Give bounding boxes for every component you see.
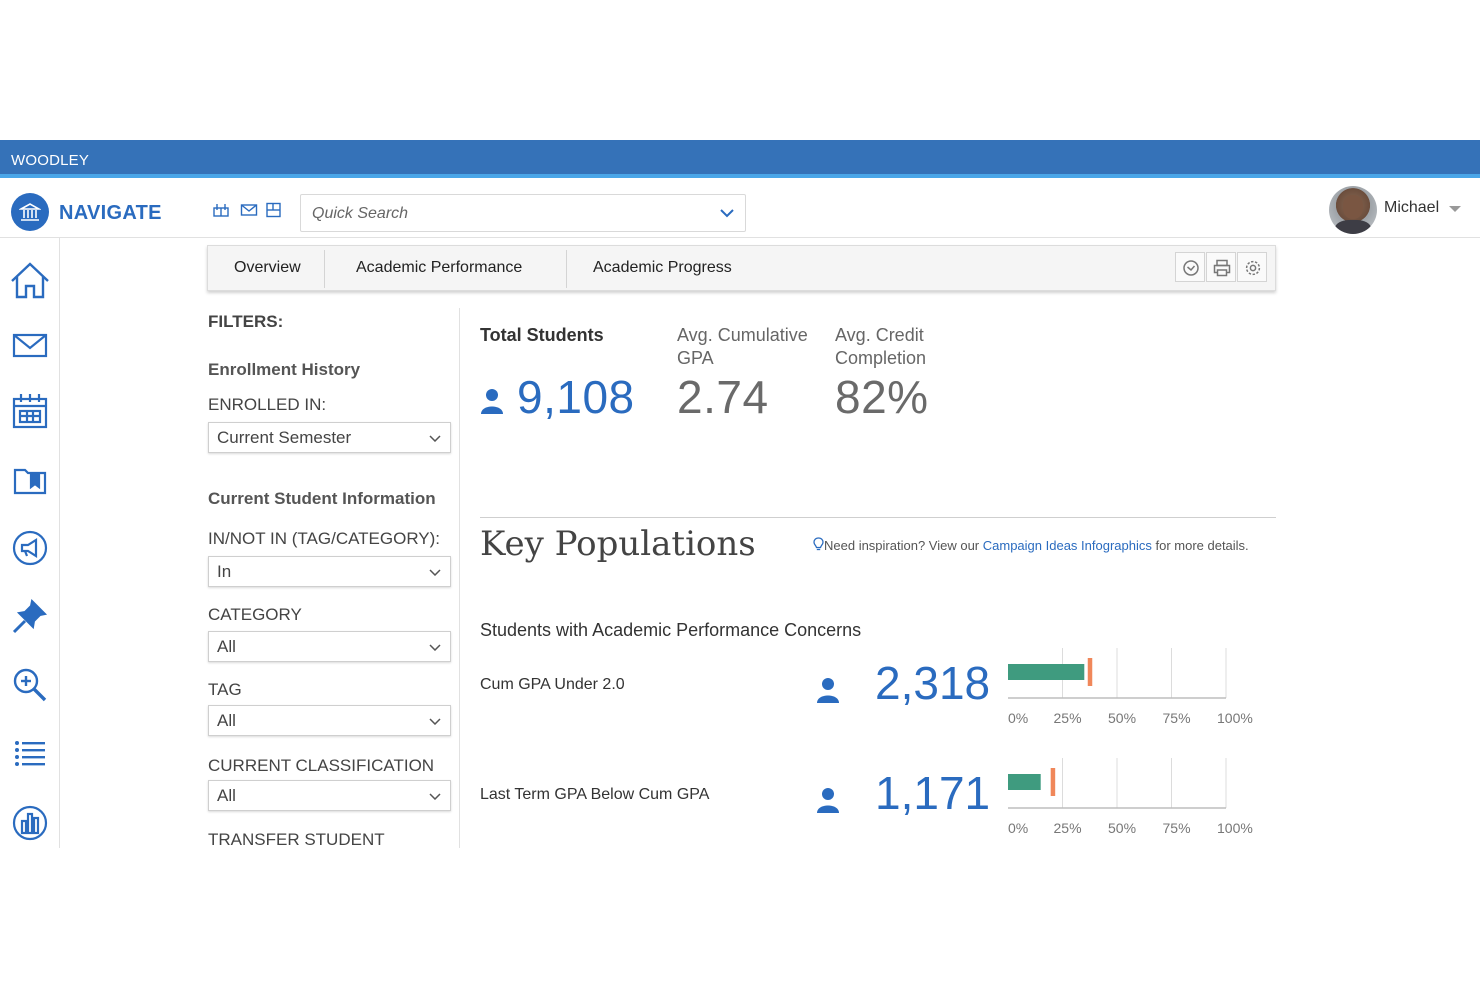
filters-divider [459, 308, 460, 848]
lightbulb-icon [813, 537, 824, 551]
megaphone-icon[interactable] [10, 528, 50, 568]
axis-tick-label: 50% [1108, 710, 1136, 726]
quick-search-input[interactable]: Quick Search [300, 194, 746, 232]
home-icon[interactable] [10, 260, 50, 300]
enrolled-in-label: ENROLLED IN: [208, 395, 327, 414]
axis-tick-label: 75% [1163, 820, 1191, 836]
filters-title: FILTERS: [208, 312, 284, 331]
axis-tick-label: 25% [1054, 820, 1082, 836]
population-bar-chart: 0% 25% 50% 75% 100% [1008, 648, 1253, 726]
comparison-marker [1050, 768, 1056, 796]
calendar-icon[interactable] [10, 391, 50, 431]
list-icon[interactable] [10, 734, 50, 774]
population-row-count[interactable]: 1,171 [875, 766, 990, 820]
population-bar [1008, 664, 1085, 680]
navigate-logo-icon[interactable] [11, 193, 49, 231]
campaign-ideas-link[interactable]: Campaign Ideas Infographics [983, 538, 1152, 553]
appointment-icon[interactable] [212, 202, 230, 218]
in-not-in-value: In [217, 562, 232, 581]
population-row-label[interactable]: Cum GPA Under 2.0 [480, 676, 625, 694]
population-bar-chart: 0% 25% 50% 75% 100% [1008, 758, 1253, 836]
tab-bar: Overview Academic Performance Academic P… [207, 245, 1276, 291]
note-icon[interactable] [265, 202, 283, 218]
quick-search-placeholder: Quick Search [312, 205, 409, 222]
message-icon[interactable] [240, 202, 258, 218]
top-header: NAVIGATE Quick Search Michael [0, 182, 1480, 238]
axis-tick-label: 100% [1217, 710, 1253, 726]
axis-tick-label: 0% [1008, 820, 1028, 836]
institution-name: WOODLEY [11, 152, 90, 169]
category-label: CATEGORY [208, 605, 302, 624]
tab-academic-progress[interactable]: Academic Progress [593, 246, 732, 290]
avg-gpa-value: 2.74 [677, 371, 769, 423]
comparison-marker [1087, 658, 1093, 686]
axis-tick-label: 0% [1008, 710, 1028, 726]
classification-label: CURRENT CLASSIFICATION [208, 756, 435, 775]
category-select[interactable]: All [208, 631, 451, 662]
classification-select[interactable]: All [208, 780, 451, 811]
schedule-button[interactable] [1175, 252, 1205, 282]
tab-overview[interactable]: Overview [234, 246, 301, 290]
enrolled-in-select[interactable]: Current Semester [208, 422, 451, 453]
enrollment-history-heading: Enrollment History [208, 360, 361, 379]
chevron-down-icon [429, 435, 441, 442]
avg-gpa-label-line2: GPA [677, 348, 714, 368]
pin-icon[interactable] [10, 596, 50, 636]
axis-tick-label: 25% [1054, 710, 1082, 726]
axis-tick-label: 75% [1163, 710, 1191, 726]
caret-down-icon[interactable] [1449, 206, 1461, 212]
print-button[interactable] [1206, 252, 1236, 282]
enrolled-in-value: Current Semester [217, 428, 352, 447]
avg-credit-label-line2: Completion [835, 348, 927, 368]
category-value: All [217, 637, 236, 656]
total-students-value: 9,108 [517, 371, 635, 423]
inspiration-prefix: Need inspiration? View our [824, 538, 983, 553]
tab-academic-performance[interactable]: Academic Performance [356, 246, 522, 290]
axis-tick-label: 100% [1217, 820, 1253, 836]
student-info-heading: Current Student Information [208, 489, 436, 508]
chart-icon[interactable] [10, 803, 50, 843]
gear-icon [1245, 260, 1261, 276]
chevron-down-icon [429, 644, 441, 651]
mail-icon[interactable] [10, 326, 50, 366]
in-not-in-select[interactable]: In [208, 556, 451, 587]
tag-label: TAG [208, 680, 242, 699]
tag-value: All [217, 711, 236, 730]
chevron-down-icon [429, 569, 441, 576]
user-avatar[interactable] [1329, 186, 1377, 234]
search-plus-icon[interactable] [10, 665, 50, 705]
settings-button[interactable] [1237, 252, 1267, 282]
brand-name[interactable]: NAVIGATE [59, 202, 162, 225]
avg-credit-value: 82% [835, 371, 929, 423]
person-icon [481, 389, 503, 414]
inspiration-note: Need inspiration? View our Campaign Idea… [813, 537, 1249, 553]
clock-icon [1183, 260, 1199, 276]
section-divider [480, 517, 1276, 518]
person-icon [817, 678, 839, 703]
chevron-down-icon[interactable] [720, 209, 734, 218]
avg-credit-label-line1: Avg. Credit [835, 325, 924, 345]
person-icon [817, 788, 839, 813]
key-populations-title: Key Populations [480, 524, 756, 564]
total-students-label: Total Students [480, 325, 604, 345]
population-row-label[interactable]: Last Term GPA Below Cum GPA [480, 786, 709, 804]
user-name[interactable]: Michael [1384, 199, 1439, 217]
left-nav-rail [0, 238, 60, 848]
concerns-title: Students with Academic Performance Conce… [480, 620, 862, 640]
app-frame: WOODLEY NAVIGATE Quick Search Michael Ov… [0, 140, 1480, 849]
axis-tick-label: 50% [1108, 820, 1136, 836]
avg-gpa-label-line1: Avg. Cumulative [677, 325, 808, 345]
transfer-student-label: TRANSFER STUDENT [208, 830, 385, 849]
population-row-count[interactable]: 2,318 [875, 656, 990, 710]
chevron-down-icon [429, 793, 441, 800]
in-not-in-label: IN/NOT IN (TAG/CATEGORY): [208, 529, 441, 548]
inspiration-suffix: for more details. [1151, 538, 1249, 553]
chevron-down-icon [429, 718, 441, 725]
institution-banner: WOODLEY [0, 140, 1480, 178]
folder-icon[interactable] [10, 460, 50, 500]
tag-select[interactable]: All [208, 705, 451, 736]
population-bar [1008, 774, 1041, 790]
print-icon [1213, 259, 1231, 277]
classification-value: All [217, 786, 236, 805]
